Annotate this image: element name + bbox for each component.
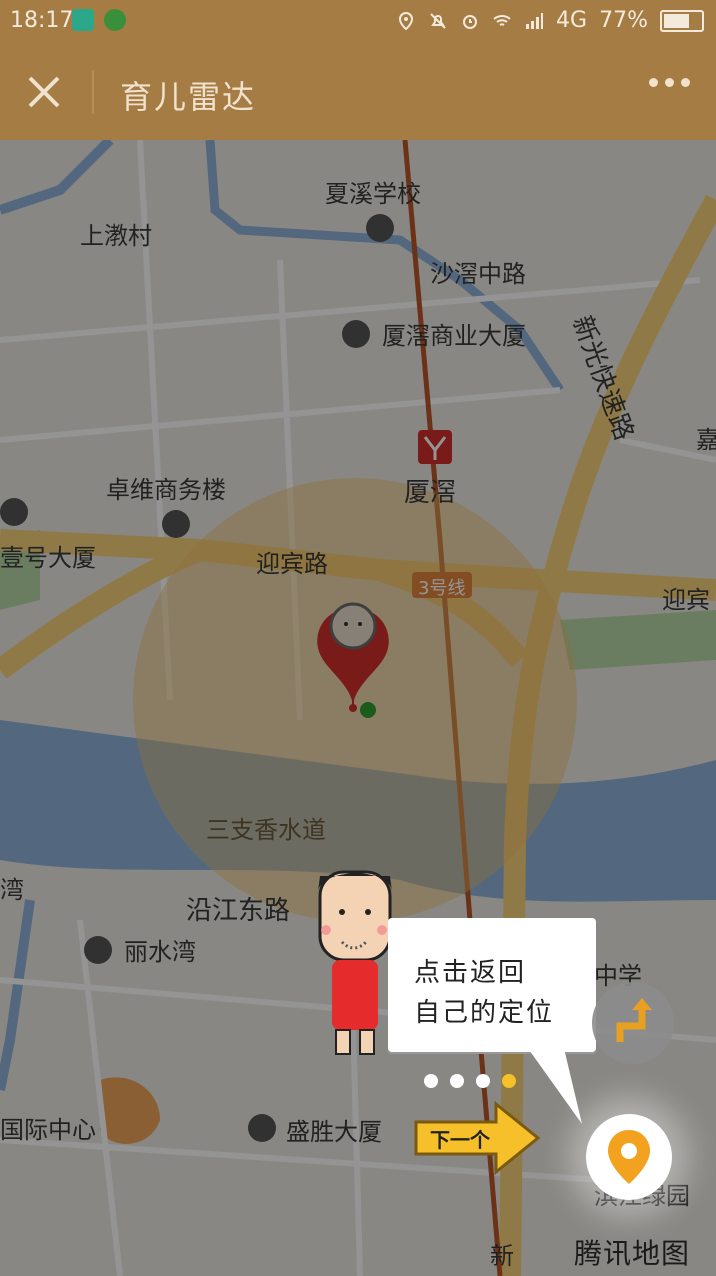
pagination-dot xyxy=(476,1074,490,1088)
status-bar: 18:17 4G 77% xyxy=(0,0,716,42)
more-dot xyxy=(665,78,674,87)
road-yibin-road-right: 迎宾 xyxy=(662,586,710,614)
status-time: 18:17 xyxy=(10,8,74,33)
road-yibin-road: 迎宾路 xyxy=(256,550,328,578)
metro-line-label: 3号线 xyxy=(418,578,466,599)
alarm-icon xyxy=(463,14,478,29)
map-view[interactable]: 夏溪学校 上漖村 沙滘中路 厦滘商业大厦 新光快速路 嘉 卓维商务楼 厦滘 壹号… xyxy=(0,140,716,1276)
route-button[interactable] xyxy=(592,982,674,1064)
road-shaxi-road: 沙滘中路 xyxy=(430,260,526,288)
building-icon xyxy=(342,320,370,348)
title-bar: 育儿雷达 xyxy=(0,42,716,140)
building-icon xyxy=(162,510,190,538)
place-yihao-building: 壹号大厦 xyxy=(0,544,96,572)
location-icon xyxy=(399,11,414,30)
guide-pagination xyxy=(424,1074,516,1088)
next-button-label[interactable]: 下一个 xyxy=(430,1124,490,1153)
scan-app-icon xyxy=(72,9,94,31)
location-pin-icon xyxy=(608,1130,650,1184)
building-icon xyxy=(248,1114,276,1142)
signal-icon xyxy=(526,12,544,29)
wallet-app-icon xyxy=(104,9,126,31)
place-jia: 嘉 xyxy=(696,426,716,454)
title-divider xyxy=(92,70,94,114)
close-icon[interactable] xyxy=(22,70,66,114)
battery-percent: 77% xyxy=(599,8,648,33)
road-yanjiang-east: 沿江东路 xyxy=(186,896,291,926)
route-icon xyxy=(616,998,652,1042)
my-location-button[interactable] xyxy=(586,1114,672,1200)
building-icon xyxy=(0,498,28,526)
bubble-line-2: 自己的定位 xyxy=(414,998,555,1028)
poi-lishui-bay[interactable]: 丽水湾 xyxy=(124,932,196,967)
mute-icon xyxy=(430,12,446,29)
battery-fill xyxy=(664,13,689,28)
school-icon xyxy=(366,214,394,242)
pagination-dot xyxy=(502,1074,516,1088)
home-icon xyxy=(84,936,112,964)
place-shangyu-village: 上漖村 xyxy=(80,222,152,250)
status-icons: 4G 77% xyxy=(396,8,704,33)
bubble-line-1: 点击返回 xyxy=(414,958,527,988)
page-title: 育儿雷达 xyxy=(120,78,257,116)
wifi-icon xyxy=(493,14,511,26)
more-dots-icon[interactable] xyxy=(649,78,690,87)
tencent-map-logo: 腾讯地图 xyxy=(574,1237,691,1270)
battery-icon xyxy=(660,9,704,32)
guide-speech-bubble: 点击返回 自己的定位 xyxy=(388,918,596,1052)
child-location-pin[interactable] xyxy=(308,588,398,728)
poi-intl-center[interactable]: 国际中心 xyxy=(0,1110,96,1145)
network-type: 4G xyxy=(556,8,588,33)
pagination-dot xyxy=(450,1074,464,1088)
more-dot xyxy=(649,78,658,87)
poi-shengsheng-building[interactable]: 盛胜大厦 xyxy=(286,1112,382,1147)
metro-station-name[interactable]: 厦滘 xyxy=(404,472,456,509)
waterway-label: 三支香水道 xyxy=(206,816,326,844)
road-xin-bottom: 新 xyxy=(490,1242,514,1270)
poi-zhuowei-building[interactable]: 卓维商务楼 xyxy=(106,470,226,505)
more-dot xyxy=(681,78,690,87)
pagination-dot xyxy=(424,1074,438,1088)
poi-xiaxi-school[interactable]: 夏溪学校 xyxy=(325,174,421,209)
poi-xiaxi-building[interactable]: 厦滘商业大厦 xyxy=(382,316,526,351)
place-wan: 湾 xyxy=(0,876,24,904)
